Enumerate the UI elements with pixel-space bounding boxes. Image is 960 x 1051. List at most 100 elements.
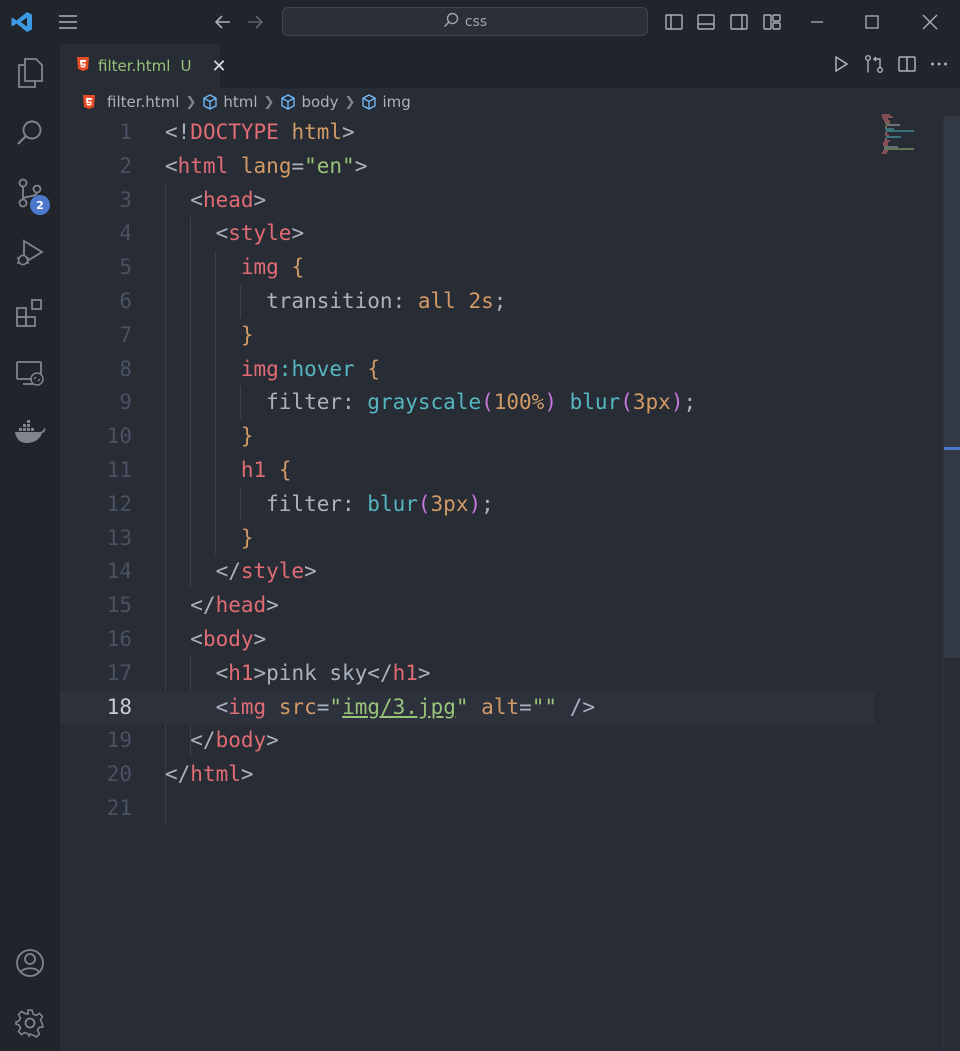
code-line[interactable]: 14 </style> xyxy=(60,555,875,589)
remote-explorer-icon[interactable] xyxy=(0,348,60,398)
open-changes-icon[interactable] xyxy=(864,54,884,78)
customize-layout-icon[interactable] xyxy=(760,10,784,34)
toggle-panel-icon[interactable] xyxy=(694,10,718,34)
line-number: 3 xyxy=(119,187,132,212)
vscode-window: css 2 filter.html U ✕ filter.html ❯ html… xyxy=(0,0,960,1051)
split-editor-icon[interactable] xyxy=(898,55,916,77)
breadcrumb-item-img[interactable]: img xyxy=(361,93,411,111)
code-token: } xyxy=(240,424,254,449)
code-token: > xyxy=(354,153,368,178)
code-token: " xyxy=(455,694,469,719)
code-token: ( xyxy=(620,390,633,415)
code-token: 3px xyxy=(430,491,469,516)
code-token: ) xyxy=(544,390,557,415)
code-token: head xyxy=(202,187,254,212)
accounts-icon[interactable] xyxy=(0,938,60,988)
code-token: < xyxy=(165,660,229,685)
scrollbar-thumb[interactable] xyxy=(944,116,960,658)
code-token: > xyxy=(253,627,267,651)
code-editor[interactable]: 1 <!DOCTYPE html> 2 <html lang="en"> 3 <head… xyxy=(60,116,945,1051)
code-line[interactable]: 5 img { xyxy=(60,251,875,285)
code-line[interactable]: 3 <head> xyxy=(60,184,875,218)
code-line[interactable]: 11 h1 { xyxy=(60,454,875,488)
run-file-icon[interactable] xyxy=(832,55,850,77)
code-line[interactable]: 8 img:hover { xyxy=(60,353,875,387)
extensions-icon[interactable] xyxy=(0,288,60,338)
code-line[interactable]: 12 filter: blur(3px); xyxy=(60,488,875,522)
code-line[interactable]: 1 <!DOCTYPE html> xyxy=(60,116,875,150)
code-line[interactable]: 18 <img src="img/3.jpg" alt="" /> xyxy=(60,690,875,725)
code-line[interactable]: 9 filter: grayscale(100%) blur(3px); xyxy=(60,386,875,420)
code-line[interactable]: 20 </html> xyxy=(60,758,875,792)
code-line[interactable]: 15 </head> xyxy=(60,589,875,623)
docker-icon[interactable] xyxy=(0,408,60,458)
code-line[interactable]: 13 } xyxy=(60,522,875,556)
close-window-icon[interactable] xyxy=(915,8,945,36)
untracked-status-badge: U xyxy=(180,57,192,75)
code-token: > xyxy=(342,120,355,144)
code-line[interactable]: 19 </body> xyxy=(60,724,875,758)
code-token: html xyxy=(190,762,241,787)
code-line[interactable]: 21 xyxy=(60,792,875,826)
line-number: 19 xyxy=(106,728,132,753)
line-number: 4 xyxy=(119,221,132,246)
line-number: 14 xyxy=(106,559,132,584)
code-line[interactable]: 2 <html lang="en"> xyxy=(60,150,875,184)
breadcrumb-file[interactable]: filter.html xyxy=(82,93,179,111)
breadcrumb-file-label: filter.html xyxy=(107,93,180,111)
code-token: grayscale xyxy=(367,390,482,415)
minimize-icon[interactable] xyxy=(802,8,832,36)
line-number: 16 xyxy=(106,627,132,651)
code-token: </ xyxy=(165,559,241,584)
search-sidebar-icon[interactable] xyxy=(0,108,60,158)
title-bar: css xyxy=(0,0,960,44)
explorer-icon[interactable] xyxy=(0,48,60,98)
code-token: filter: xyxy=(165,491,368,516)
code-token: " xyxy=(329,694,343,719)
command-center-search[interactable]: css xyxy=(282,7,648,36)
menu-icon[interactable] xyxy=(54,8,82,36)
code-line[interactable]: 7 } xyxy=(60,319,875,353)
tab-label: filter.html xyxy=(98,57,171,75)
code-line[interactable]: 4 <style> xyxy=(60,217,875,251)
code-token: html xyxy=(177,153,229,178)
breadcrumb-item-html[interactable]: html xyxy=(202,93,258,111)
line-code: <head> xyxy=(165,184,266,218)
line-code: </head> xyxy=(165,589,279,623)
back-arrow-icon[interactable] xyxy=(210,8,236,36)
code-line[interactable]: 16 <body> xyxy=(60,623,875,657)
close-tab-icon[interactable]: ✕ xyxy=(211,56,226,77)
breadcrumb-item-body[interactable]: body xyxy=(280,93,339,111)
line-code: } xyxy=(165,522,254,556)
tab-filter-html[interactable]: filter.html U ✕ xyxy=(60,44,227,88)
minimap[interactable] xyxy=(880,114,925,164)
code-token: } xyxy=(240,525,254,550)
code-token: "en" xyxy=(304,153,355,178)
code-line[interactable]: 10 } xyxy=(60,420,875,454)
toggle-secondary-sidebar-icon[interactable] xyxy=(727,10,751,34)
line-number: 6 xyxy=(119,289,132,313)
run-debug-icon[interactable] xyxy=(0,228,60,278)
code-token: > xyxy=(266,728,279,753)
forward-arrow-icon[interactable] xyxy=(242,8,268,36)
code-token: blur xyxy=(569,390,621,415)
line-code: <!DOCTYPE html> xyxy=(165,116,355,150)
code-token: blur xyxy=(367,491,418,516)
maximize-icon[interactable] xyxy=(857,8,887,36)
chevron-right-icon: ❯ xyxy=(263,94,275,110)
toggle-primary-sidebar-icon[interactable] xyxy=(662,10,686,34)
code-line[interactable]: 6 transition: all 2s; xyxy=(60,285,875,319)
source-control-icon[interactable] xyxy=(0,168,60,218)
code-line[interactable]: 17 <h1>pink sky</h1> xyxy=(60,657,875,691)
code-token: h1 xyxy=(392,660,418,685)
more-actions-icon[interactable] xyxy=(930,55,948,77)
code-token: < xyxy=(165,221,229,246)
settings-gear-icon[interactable] xyxy=(0,998,60,1048)
line-number: 12 xyxy=(106,491,132,516)
line-number: 10 xyxy=(106,424,132,449)
